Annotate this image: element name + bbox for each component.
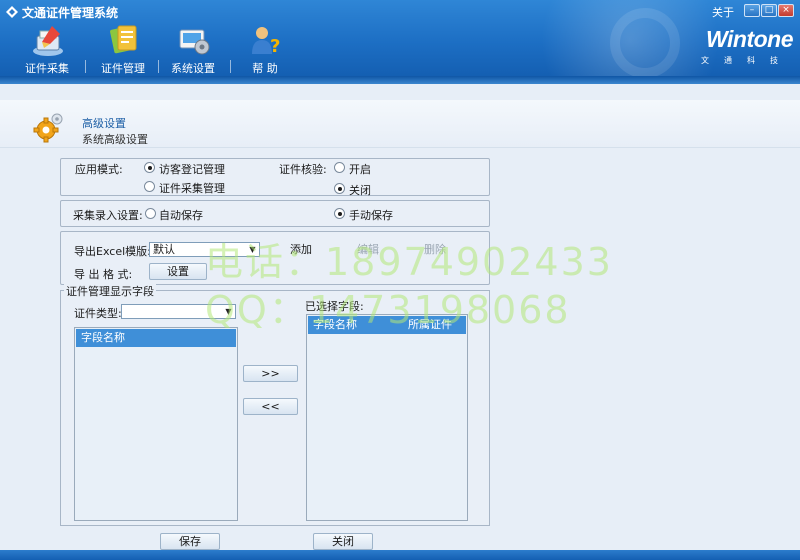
- radio-verify-on-label: 开启: [349, 163, 371, 176]
- section-subtitle: 系统高级设置: [82, 133, 148, 146]
- add-field-button[interactable]: >>: [243, 365, 298, 382]
- cert-type-label: 证件类型:: [74, 307, 122, 320]
- radio-verify-off-label: 关闭: [349, 184, 371, 197]
- available-field-name-column: 字段名称: [81, 331, 125, 344]
- nav-label-id-capture: 证件采集: [25, 62, 69, 75]
- radio-manual-save[interactable]: [334, 208, 345, 219]
- brand-logo: Wintone: [706, 26, 794, 52]
- close-button[interactable]: 关闭: [313, 533, 373, 550]
- brand: Wintone 文通科技: [688, 26, 794, 66]
- section-title: 高级设置: [82, 117, 126, 130]
- chevron-down-icon: ▼: [225, 307, 232, 316]
- id-capture-icon: [33, 26, 63, 56]
- nav-item-id-manage[interactable]: 证件管理: [86, 22, 160, 76]
- export-settings-button[interactable]: 设置: [149, 263, 207, 280]
- app-header: 文通证件管理系统 关于 – □ × 证件采集 证件管理 系统设置 ? 帮 助 W…: [0, 0, 800, 76]
- display-fields-legend: 证件管理显示字段: [64, 283, 156, 299]
- footer-bar: [0, 550, 800, 560]
- nav-item-system-settings[interactable]: 系统设置: [156, 22, 230, 76]
- maximize-button[interactable]: □: [761, 4, 777, 17]
- export-template-select[interactable]: 默认 ▼: [149, 242, 260, 257]
- close-window-button[interactable]: ×: [778, 4, 794, 17]
- help-icon: ?: [252, 27, 280, 57]
- radio-auto-save[interactable]: [145, 208, 156, 219]
- brand-subtitle: 文通科技: [701, 56, 793, 65]
- nav-label-system-settings: 系统设置: [171, 62, 215, 75]
- export-template-value: 默认: [153, 243, 175, 256]
- export-format-label: 导 出 格 式:: [74, 268, 133, 281]
- radio-manual-save-label: 手动保存: [349, 209, 393, 222]
- selected-field-cert-column: 所属证件: [408, 318, 452, 331]
- delete-template-button[interactable]: 删除: [410, 241, 460, 258]
- available-fields-list[interactable]: 字段名称: [74, 327, 238, 521]
- radio-id-capture-management[interactable]: [144, 181, 155, 192]
- selected-field-name-column: 字段名称: [313, 318, 357, 331]
- radio-visitor-registration-label: 访客登记管理: [159, 163, 225, 176]
- id-manage-icon: [110, 25, 137, 54]
- selected-fields-list[interactable]: 字段名称 所属证件: [306, 314, 468, 521]
- radio-auto-save-label: 自动保存: [159, 209, 203, 222]
- add-template-button[interactable]: 添加: [276, 241, 326, 258]
- system-settings-icon: [179, 29, 210, 55]
- minimize-button[interactable]: –: [744, 4, 760, 17]
- remove-field-button[interactable]: <<: [243, 398, 298, 415]
- nav-item-help[interactable]: ? 帮 助: [228, 22, 302, 76]
- radio-verify-on[interactable]: [334, 162, 345, 173]
- available-fields-header: 字段名称: [76, 329, 236, 347]
- header-bar: [0, 76, 800, 84]
- window-title: 文通证件管理系统: [22, 6, 119, 20]
- id-verify-label: 证件核验:: [279, 163, 327, 176]
- cert-type-select[interactable]: ▼: [121, 304, 236, 319]
- header-ring: [610, 8, 680, 76]
- nav-item-id-capture[interactable]: 证件采集: [10, 22, 84, 76]
- chevron-down-icon: ▼: [249, 245, 256, 254]
- gear-icon: [33, 113, 63, 143]
- app-mode-group: [60, 158, 490, 196]
- capture-entry-label: 采集录入设置:: [73, 209, 143, 222]
- radio-verify-off[interactable]: [334, 183, 345, 194]
- radio-id-capture-management-label: 证件采集管理: [159, 182, 225, 195]
- about-link[interactable]: 关于: [712, 4, 734, 20]
- edit-template-button[interactable]: 编辑: [343, 241, 393, 258]
- save-button[interactable]: 保存: [160, 533, 220, 550]
- nav-label-id-manage: 证件管理: [101, 62, 145, 75]
- app-logo-icon: [6, 6, 18, 18]
- export-template-label: 导出Excel模版:: [74, 245, 151, 258]
- selected-fields-header: 字段名称 所属证件: [308, 316, 466, 334]
- app-mode-label: 应用模式:: [75, 163, 123, 176]
- selected-fields-label: 已选择字段:: [305, 300, 364, 313]
- svg-text:?: ?: [270, 36, 280, 57]
- nav-label-help: 帮 助: [252, 62, 278, 75]
- radio-visitor-registration[interactable]: [144, 162, 155, 173]
